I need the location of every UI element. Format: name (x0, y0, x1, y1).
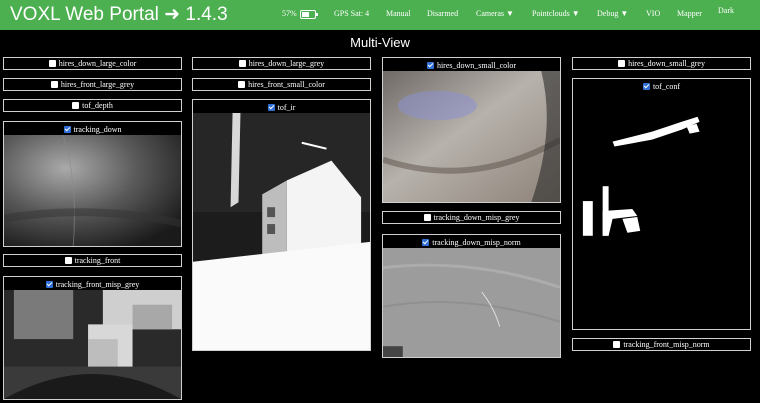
camera-panel-tracking-down-misp-norm: tracking_down_misp_norm (382, 234, 561, 358)
camera-toggle-hires-down-small-color[interactable]: hires_down_small_color (383, 59, 560, 71)
camera-panel-tof-ir: tof_ir (192, 99, 371, 351)
camera-toggle-tracking-down[interactable]: tracking_down (4, 123, 181, 135)
camera-toggle-tof-conf[interactable]: tof_conf (573, 80, 750, 92)
camera-panel-tof-conf: tof_conf (572, 78, 751, 330)
camera-feed-tof-conf (573, 92, 750, 329)
battery-percent: 57% (282, 9, 297, 18)
camera-panel-hires-front-large-grey: hires_front_large_grey (3, 78, 182, 91)
debug-menu[interactable]: Debug ▼ (597, 9, 628, 18)
camera-toggle-hires-down-large-color[interactable]: hires_down_large_color (4, 58, 181, 69)
battery-level-fill (302, 12, 309, 17)
checkbox[interactable] (63, 125, 71, 133)
camera-panel-tracking-front: tracking_front (3, 254, 182, 267)
checkbox[interactable] (48, 60, 56, 67)
camera-panel-tracking-front-misp-norm: tracking_front_misp_norm (572, 338, 751, 351)
checkbox[interactable] (426, 61, 434, 69)
camera-toggle-hires-down-large-grey[interactable]: hires_down_large_grey (193, 58, 370, 69)
battery-icon (300, 10, 318, 19)
camera-toggle-tracking-front-misp-grey[interactable]: tracking_front_misp_grey (4, 278, 181, 290)
camera-panel-hires-front-small-color: hires_front_small_color (192, 78, 371, 91)
camera-toggle-tracking-front-misp-norm[interactable]: tracking_front_misp_norm (573, 339, 750, 350)
vio-link[interactable]: VIO (646, 9, 660, 18)
checkbox[interactable] (238, 60, 246, 67)
camera-toggle-tof-depth[interactable]: tof_depth (4, 100, 181, 111)
top-nav-bar: VOXL Web Portal ➜ 1.4.3 57% GPS Sat: 4 M… (0, 0, 760, 30)
arm-status: Disarmed (427, 9, 459, 18)
checkbox[interactable] (64, 257, 72, 264)
checkbox[interactable] (642, 82, 650, 90)
portal-title[interactable]: VOXL Web Portal ➜ 1.4.3 (10, 3, 228, 26)
camera-feed-hires-down-small-color (383, 71, 560, 202)
camera-toggle-tracking-down-misp-norm[interactable]: tracking_down_misp_norm (383, 236, 560, 248)
camera-toggle-tracking-front[interactable]: tracking_front (4, 255, 181, 266)
camera-panel-hires-down-small-grey: hires_down_small_grey (572, 57, 751, 70)
camera-feed-tracking-down (4, 135, 181, 246)
checkbox[interactable] (72, 102, 80, 109)
checkbox[interactable] (613, 341, 621, 348)
camera-panel-hires-down-small-color: hires_down_small_color (382, 57, 561, 203)
camera-toggle-hires-front-large-grey[interactable]: hires_front_large_grey (4, 79, 181, 90)
cameras-menu[interactable]: Cameras ▼ (476, 9, 514, 18)
camera-feed-tracking-front-misp-grey (4, 290, 181, 399)
mapper-link[interactable]: Mapper (677, 9, 702, 18)
camera-panel-hires-down-large-grey: hires_down_large_grey (192, 57, 371, 70)
checkbox[interactable] (238, 81, 246, 88)
checkbox[interactable] (50, 81, 58, 88)
camera-feed-tof-ir (193, 113, 370, 350)
page-title: Multi-View (350, 35, 410, 50)
flight-mode: Manual (386, 9, 411, 18)
camera-panel-tracking-down: tracking_down (3, 121, 182, 247)
camera-panel-tracking-down-misp-grey: tracking_down_misp_grey (382, 211, 561, 224)
camera-toggle-hires-down-small-grey[interactable]: hires_down_small_grey (573, 58, 750, 69)
checkbox[interactable] (422, 238, 430, 246)
checkbox[interactable] (45, 280, 53, 288)
dark-mode-toggle[interactable]: Dark (718, 6, 734, 15)
camera-panel-tracking-front-misp-grey: tracking_front_misp_grey (3, 276, 182, 400)
checkbox[interactable] (423, 214, 431, 221)
camera-panel-tof-depth: tof_depth (3, 99, 182, 112)
checkbox[interactable] (618, 60, 626, 67)
checkbox[interactable] (267, 103, 275, 111)
pointclouds-menu[interactable]: Pointclouds ▼ (532, 9, 580, 18)
camera-feed-tracking-down-misp-norm (383, 248, 560, 357)
camera-panel-hires-down-large-color: hires_down_large_color (3, 57, 182, 70)
gps-status: GPS Sat: 4 (334, 9, 370, 18)
camera-toggle-hires-front-small-color[interactable]: hires_front_small_color (193, 79, 370, 90)
camera-toggle-tracking-down-misp-grey[interactable]: tracking_down_misp_grey (383, 212, 560, 223)
camera-toggle-tof-ir[interactable]: tof_ir (193, 101, 370, 113)
